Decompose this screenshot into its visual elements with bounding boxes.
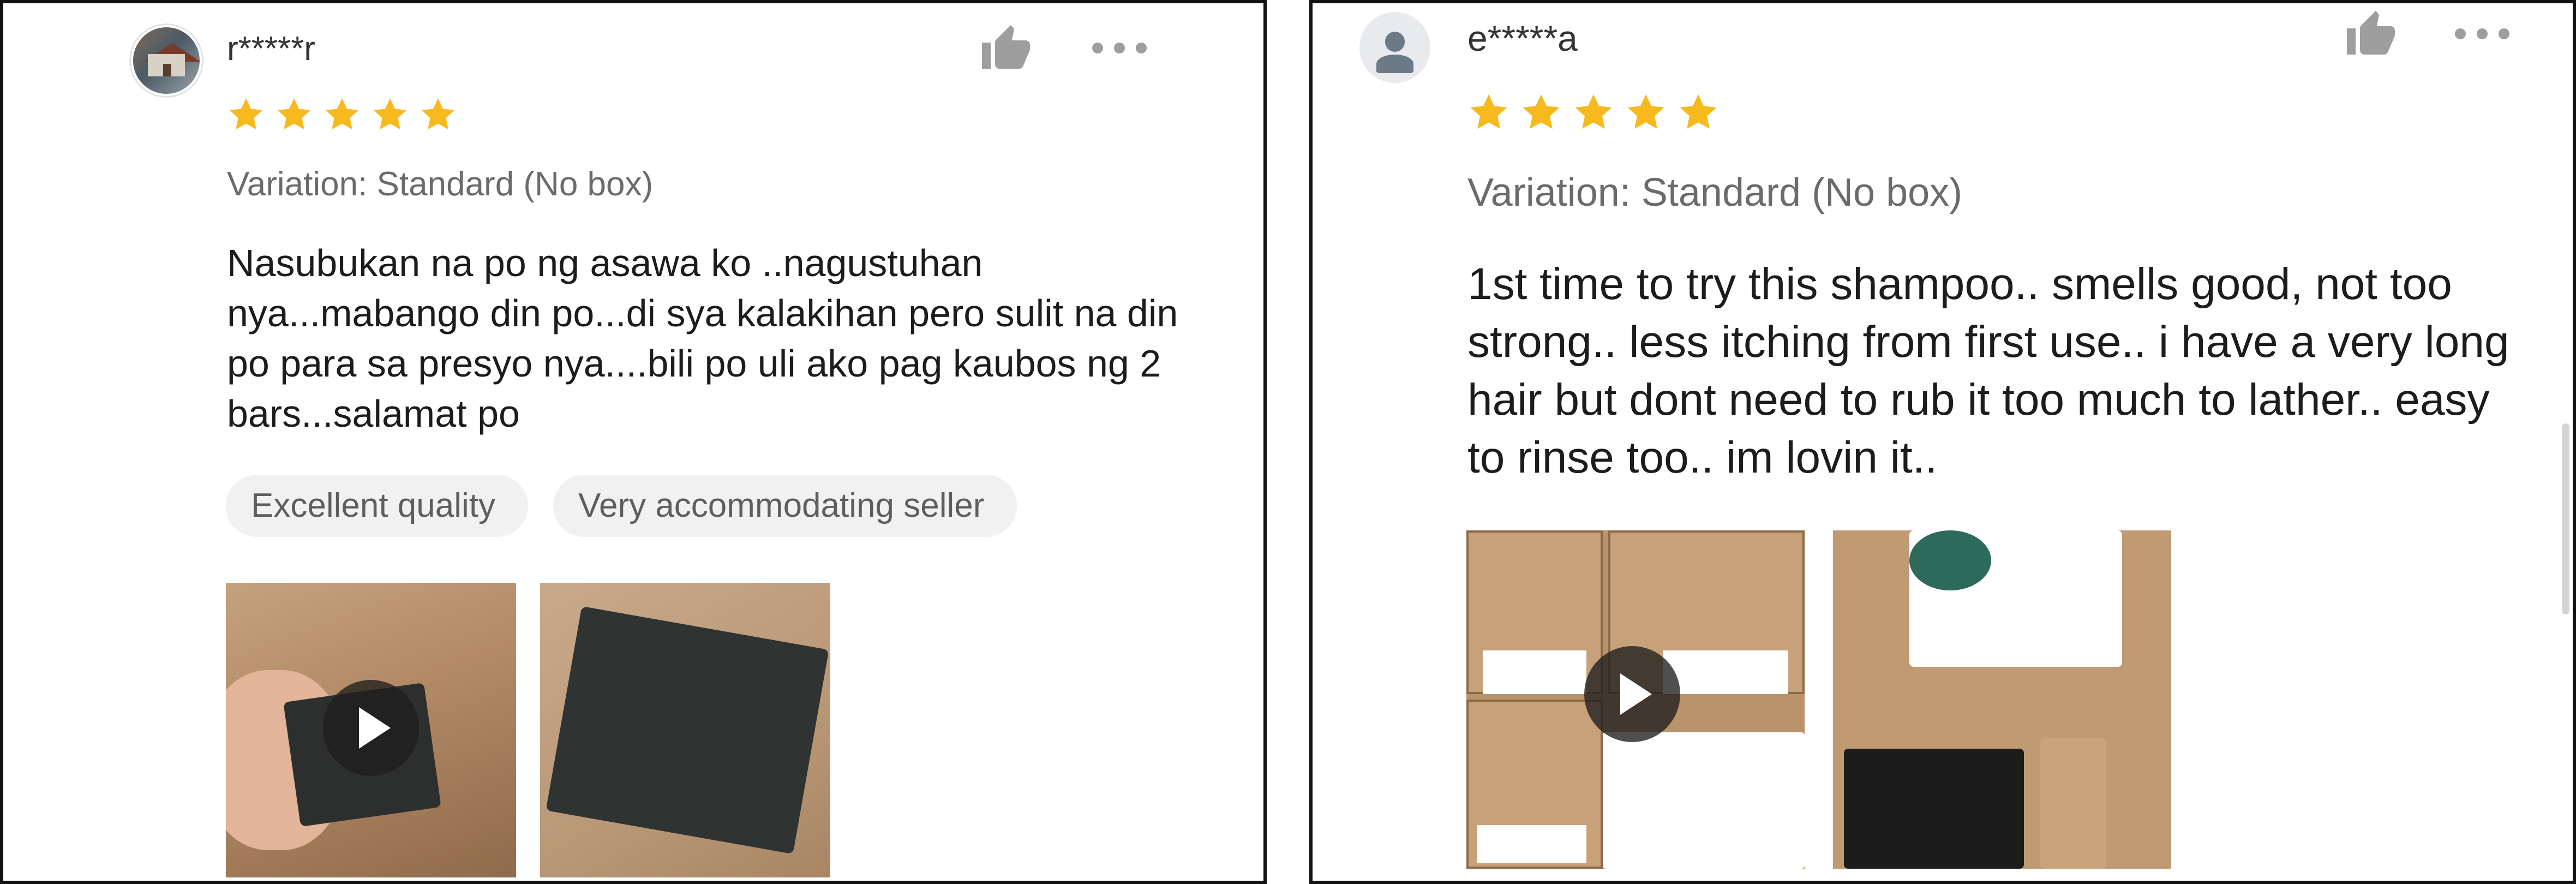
star-icon (1470, 94, 1507, 129)
review-video-thumbnail[interactable] (226, 583, 516, 877)
reviewer-avatar[interactable] (131, 25, 202, 96)
review-text: 1st time to try this shampoo.. smells go… (1467, 259, 2509, 482)
tag-excellent-quality[interactable]: Excellent quality (226, 475, 529, 537)
more-options-icon (1092, 43, 1103, 53)
like-button[interactable] (2345, 9, 2397, 61)
star-icon (1627, 94, 1664, 129)
star-rating (226, 95, 458, 135)
review-card-right: e*****a Variation: Standard (No box) 1st… (1309, 0, 2576, 884)
star-icon (373, 98, 407, 130)
star-rating (1466, 91, 1721, 135)
review-photo[interactable] (1833, 530, 2171, 869)
panel-separator (1267, 0, 1309, 884)
review-tags: Excellent quality Very accommodating sel… (226, 475, 1017, 537)
tag-accommodating-seller[interactable]: Very accommodating seller (553, 475, 1017, 537)
star-icon (421, 98, 455, 130)
reviewer-avatar[interactable] (1359, 12, 1430, 83)
play-icon[interactable] (323, 680, 419, 776)
star-icon (277, 98, 311, 130)
star-icon (1523, 94, 1560, 129)
star-icon (1680, 94, 1717, 129)
variation-label: Variation: Standard (No box) (1467, 171, 1963, 214)
review-video-thumbnail[interactable] (1466, 530, 1805, 869)
thumbs-up-icon (2347, 11, 2395, 55)
more-options-icon (2455, 28, 2466, 39)
star-icon (325, 98, 359, 130)
thumbs-up-icon (982, 25, 1030, 69)
play-icon[interactable] (1584, 646, 1680, 742)
reviewer-username[interactable]: r*****r (227, 29, 315, 68)
review-card-left: r*****r Variation: Standard (No box) Nas… (0, 0, 1267, 884)
reviewer-username[interactable]: e*****a (1467, 17, 1578, 59)
star-icon (229, 98, 263, 130)
review-photo[interactable] (540, 583, 830, 877)
scrollbar[interactable] (2562, 423, 2569, 614)
more-options-button[interactable] (1092, 37, 1147, 59)
variation-label: Variation: Standard (No box) (227, 165, 654, 203)
star-icon (1575, 94, 1612, 129)
like-button[interactable] (980, 23, 1032, 75)
more-options-button[interactable] (2455, 23, 2509, 45)
review-text: Nasubukan na po ng asawa ko ..nagustuhan… (227, 242, 1178, 435)
